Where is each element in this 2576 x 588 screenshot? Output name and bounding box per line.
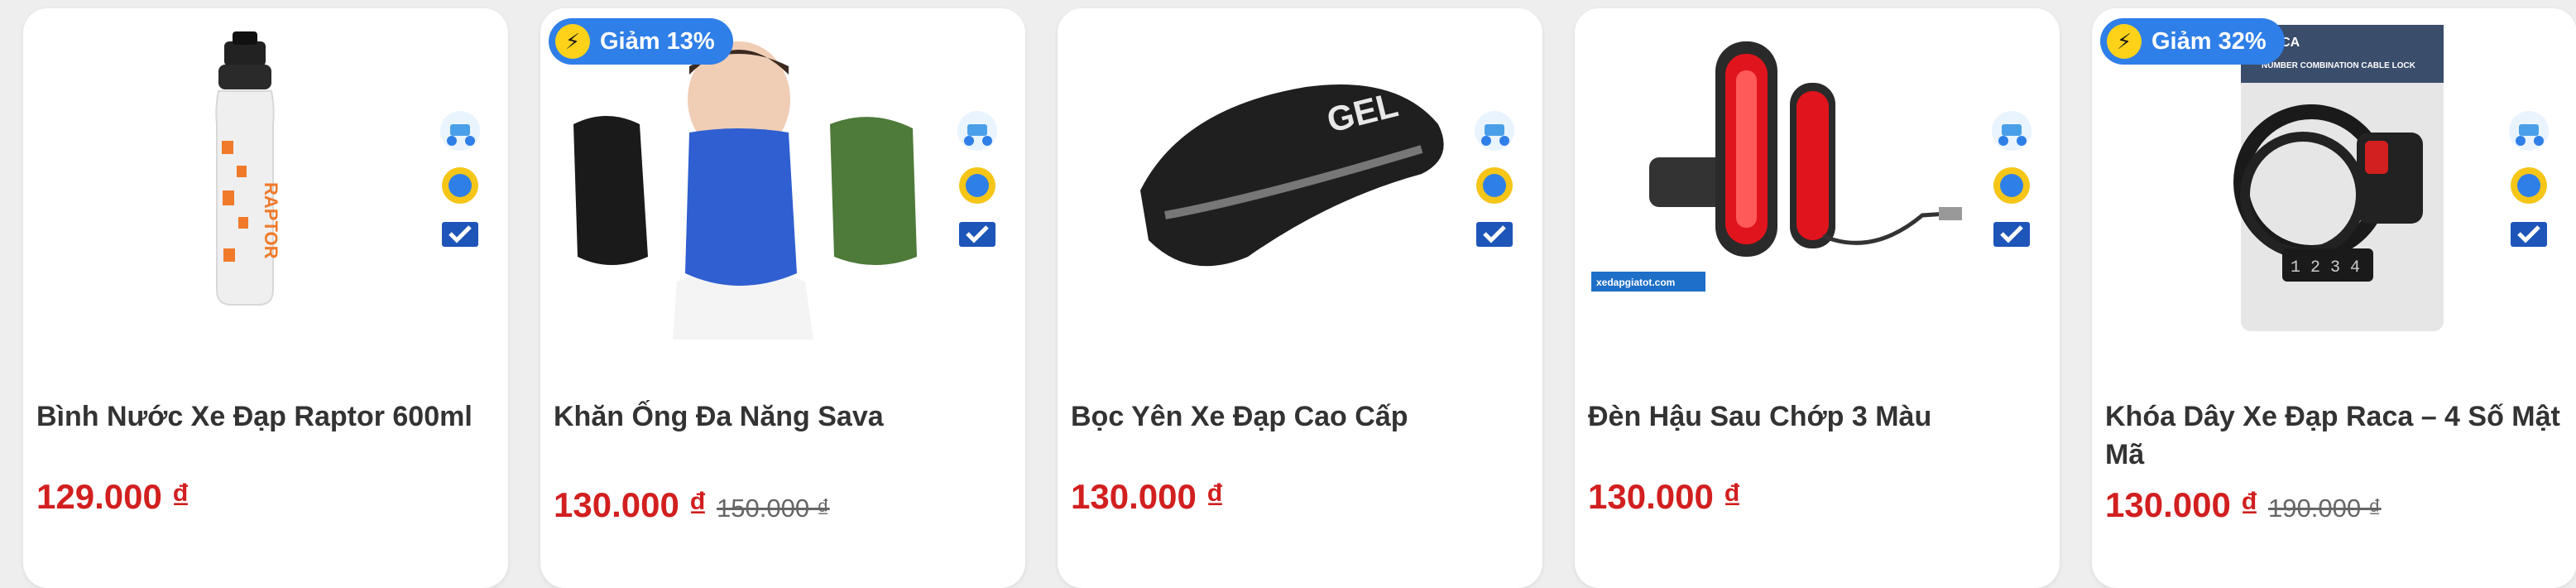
warranty-icon bbox=[1476, 167, 1513, 204]
quality-icon bbox=[1476, 222, 1513, 247]
product-price: 130.000 ₫ bbox=[1588, 477, 1742, 516]
product-title[interactable]: Bình Nước Xe Đạp Raptor 600ml bbox=[36, 398, 495, 436]
product-row: RAPTOR Bình Nước Xe Đạp Raptor 600ml 129… bbox=[0, 0, 2576, 588]
product-card[interactable]: GEL Bọc Yên Xe Đạp Cao Cấp 130.000 ₫ bbox=[1058, 8, 1542, 588]
product-old-price: 190.000 ₫ bbox=[2268, 494, 2382, 523]
quality-icon bbox=[1993, 222, 2030, 247]
warranty-icon bbox=[442, 167, 478, 204]
cable-lock-icon: RACA NUMBER COMBINATION CABLE LOCK 1 2 3… bbox=[2233, 25, 2444, 331]
price-row: 129.000 ₫ bbox=[36, 477, 189, 517]
lightning-icon: ⚡ bbox=[2107, 24, 2142, 59]
product-card[interactable]: RAPTOR Bình Nước Xe Đạp Raptor 600ml 129… bbox=[23, 8, 508, 588]
product-title[interactable]: Bọc Yên Xe Đạp Cao Cấp bbox=[1071, 398, 1529, 436]
warranty-icon bbox=[2511, 167, 2547, 204]
svg-text:RAPTOR: RAPTOR bbox=[261, 182, 281, 259]
price-row: 130.000 ₫ 150.000 ₫ bbox=[554, 485, 830, 525]
quality-icon bbox=[442, 222, 478, 247]
product-image[interactable]: GEL bbox=[1058, 8, 1542, 340]
product-card[interactable]: RACA NUMBER COMBINATION CABLE LOCK 1 2 3… bbox=[2092, 8, 2576, 588]
product-image[interactable]: xedapgiatot.com bbox=[1575, 8, 2060, 340]
product-price: 130.000 ₫ bbox=[1071, 477, 1225, 516]
product-title[interactable]: Đèn Hậu Sau Chớp 3 Màu bbox=[1588, 398, 2046, 436]
delivery-icon bbox=[2509, 111, 2549, 151]
discount-badge: ⚡ Giảm 32% bbox=[2100, 18, 2285, 65]
service-icons bbox=[1471, 108, 1521, 263]
service-icons bbox=[437, 108, 487, 263]
price-row: 130.000 ₫ bbox=[1588, 477, 1741, 517]
delivery-icon bbox=[1992, 111, 2032, 151]
tail-light-icon: xedapgiatot.com bbox=[1591, 41, 1962, 292]
lightning-icon: ⚡ bbox=[555, 24, 590, 59]
saddle-cover-icon: GEL bbox=[1140, 84, 1444, 267]
svg-text:NUMBER COMBINATION CABLE LOCK: NUMBER COMBINATION CABLE LOCK bbox=[2262, 61, 2416, 70]
product-title[interactable]: Khóa Dây Xe Đạp Raca – 4 Số Mật Mã bbox=[2105, 398, 2564, 474]
svg-text:1 2 3 4: 1 2 3 4 bbox=[2291, 258, 2360, 277]
delivery-icon bbox=[957, 111, 997, 151]
product-image[interactable]: RAPTOR bbox=[23, 8, 508, 340]
product-card[interactable]: xedapgiatot.com Đèn Hậu Sau Chớp 3 Màu 1… bbox=[1575, 8, 2060, 588]
product-price: 129.000 ₫ bbox=[36, 477, 190, 516]
product-price: 130.000 ₫ bbox=[2105, 485, 2259, 524]
warranty-icon bbox=[1993, 167, 2030, 204]
product-price: 130.000 ₫ bbox=[554, 485, 708, 524]
quality-icon bbox=[2511, 222, 2547, 247]
water-bottle-icon: RAPTOR bbox=[215, 31, 281, 306]
discount-label: Giảm 13% bbox=[600, 27, 715, 55]
service-icons bbox=[1988, 108, 2038, 263]
delivery-icon bbox=[440, 111, 480, 151]
svg-text:xedapgiatot.com: xedapgiatot.com bbox=[1596, 277, 1675, 288]
warranty-icon bbox=[959, 167, 995, 204]
product-old-price: 150.000 ₫ bbox=[717, 494, 830, 523]
service-icons bbox=[2506, 108, 2555, 263]
delivery-icon bbox=[1475, 111, 1514, 151]
price-row: 130.000 ₫ 190.000 ₫ bbox=[2105, 485, 2382, 525]
discount-label: Giảm 32% bbox=[2151, 27, 2267, 55]
neck-gaiter-icon bbox=[573, 41, 917, 340]
quality-icon bbox=[959, 222, 995, 247]
product-title[interactable]: Khăn Ống Đa Năng Sava bbox=[554, 398, 1012, 436]
service-icons bbox=[954, 108, 1004, 263]
product-card[interactable]: ⚡ Giảm 13% Khăn Ống Đa Năng Sava 130.000… bbox=[540, 8, 1025, 588]
price-row: 130.000 ₫ bbox=[1071, 477, 1224, 517]
discount-badge: ⚡ Giảm 13% bbox=[549, 18, 733, 65]
